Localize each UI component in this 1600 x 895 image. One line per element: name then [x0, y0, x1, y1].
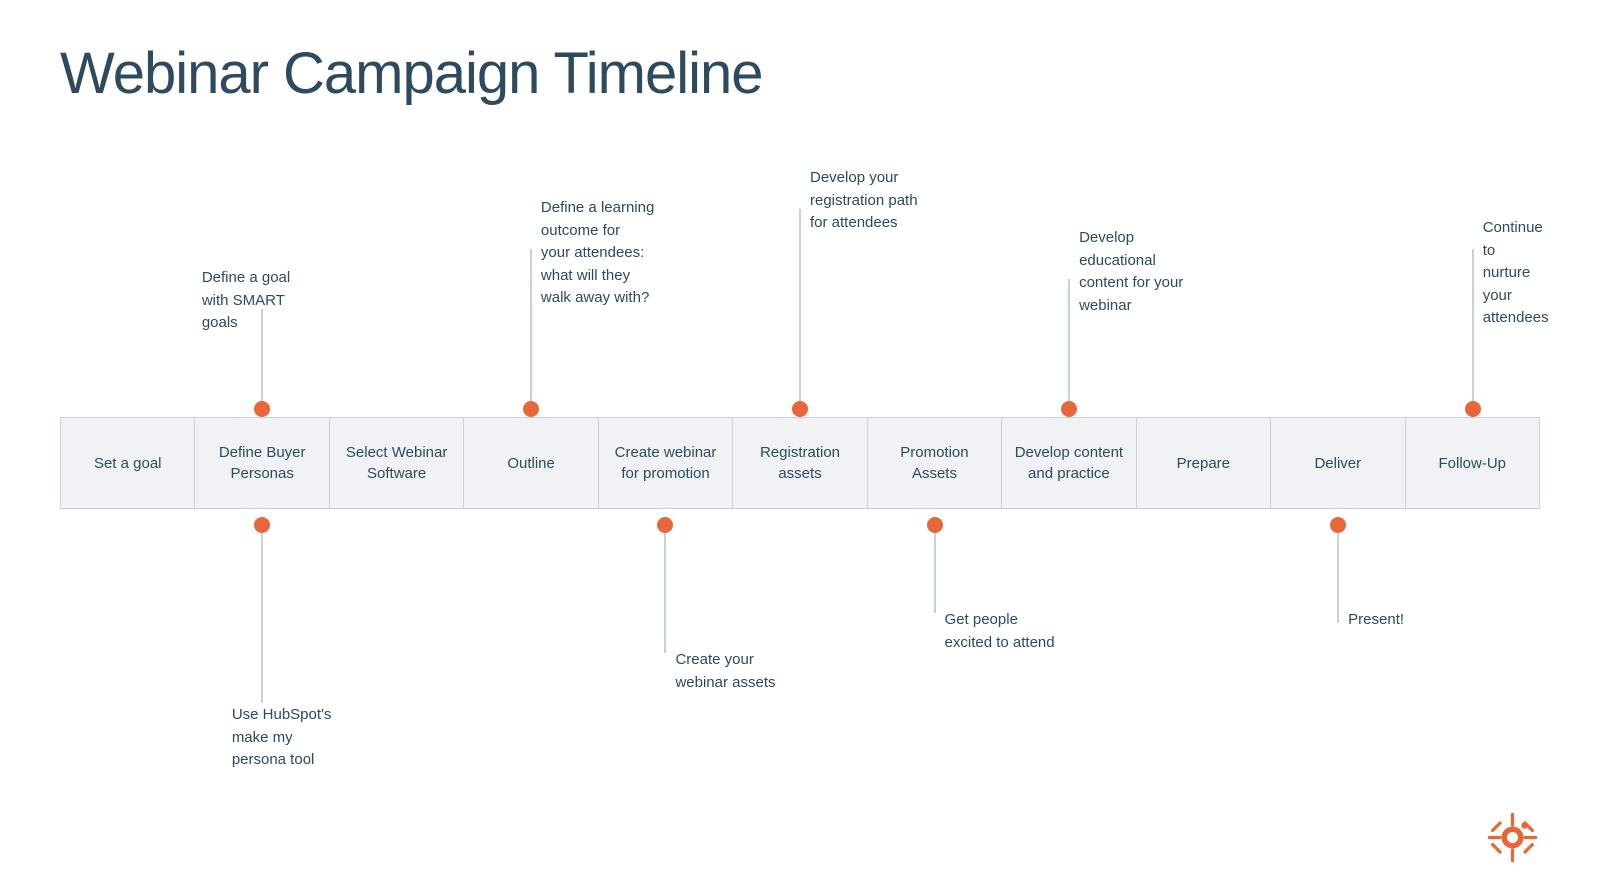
timeline-cell-10: Follow-Up [1406, 418, 1539, 508]
dot-above-nurture [1465, 401, 1481, 417]
page-title: Webinar Campaign Timeline [60, 40, 1540, 107]
below-area: Use HubSpot's make my persona tool Create… [60, 509, 1540, 789]
dot-below-persona-tool [254, 517, 270, 533]
dot-below-webinar-assets [657, 517, 673, 533]
vline-above-registration-path [799, 209, 801, 409]
vline-below-webinar-assets [664, 533, 666, 653]
vline-below-persona-tool [261, 533, 263, 703]
annotation-present: Present! [1348, 609, 1404, 632]
page: Webinar Campaign Timeline Define a goal … [0, 0, 1600, 895]
annotation-learning-outcome: Define a learning outcome for your atten… [541, 197, 654, 310]
timeline-cell-3: Outline [464, 418, 598, 508]
timeline-container: Define a goal with SMART goals Define a l… [60, 137, 1540, 789]
timeline-table: Set a goalDefine Buyer PersonasSelect We… [60, 417, 1540, 509]
dot-above-smart-goal [254, 401, 270, 417]
above-area: Define a goal with SMART goals Define a l… [60, 137, 1540, 417]
dot-below-excited [927, 517, 943, 533]
annotation-persona-tool: Use HubSpot's make my persona tool [232, 704, 332, 772]
timeline-cell-9: Deliver [1271, 418, 1405, 508]
annotation-registration-path: Develop your registration path for atten… [810, 167, 918, 235]
dot-above-educational-content [1061, 401, 1077, 417]
annotation-educational-content: Develop educational content for your web… [1079, 227, 1183, 317]
vline-above-learning-outcome [530, 249, 532, 409]
dot-above-learning-outcome [523, 401, 539, 417]
annotation-excited: Get people excited to attend [945, 609, 1055, 654]
dot-below-present [1330, 517, 1346, 533]
annotation-nurture: Continue to nurture your attendees [1483, 217, 1549, 330]
vline-below-excited [934, 533, 936, 613]
timeline-cell-5: Registration assets [733, 418, 867, 508]
timeline-cell-4: Create webinar for promotion [599, 418, 733, 508]
timeline-cell-1: Define Buyer Personas [195, 418, 329, 508]
vline-above-nurture [1472, 249, 1474, 409]
vline-above-educational-content [1068, 279, 1070, 409]
timeline-cell-7: Develop content and practice [1002, 418, 1136, 508]
timeline-cell-8: Prepare [1137, 418, 1271, 508]
timeline-cell-0: Set a goal [61, 418, 195, 508]
vline-below-present [1337, 533, 1339, 623]
hubspot-logo [1485, 810, 1540, 865]
annotation-smart-goal: Define a goal with SMART goals [202, 267, 290, 335]
vline-above-smart-goal [261, 309, 263, 409]
timeline-cell-2: Select Webinar Software [330, 418, 464, 508]
timeline-cell-6: Promotion Assets [868, 418, 1002, 508]
annotation-webinar-assets: Create your webinar assets [675, 649, 775, 694]
dot-above-registration-path [792, 401, 808, 417]
